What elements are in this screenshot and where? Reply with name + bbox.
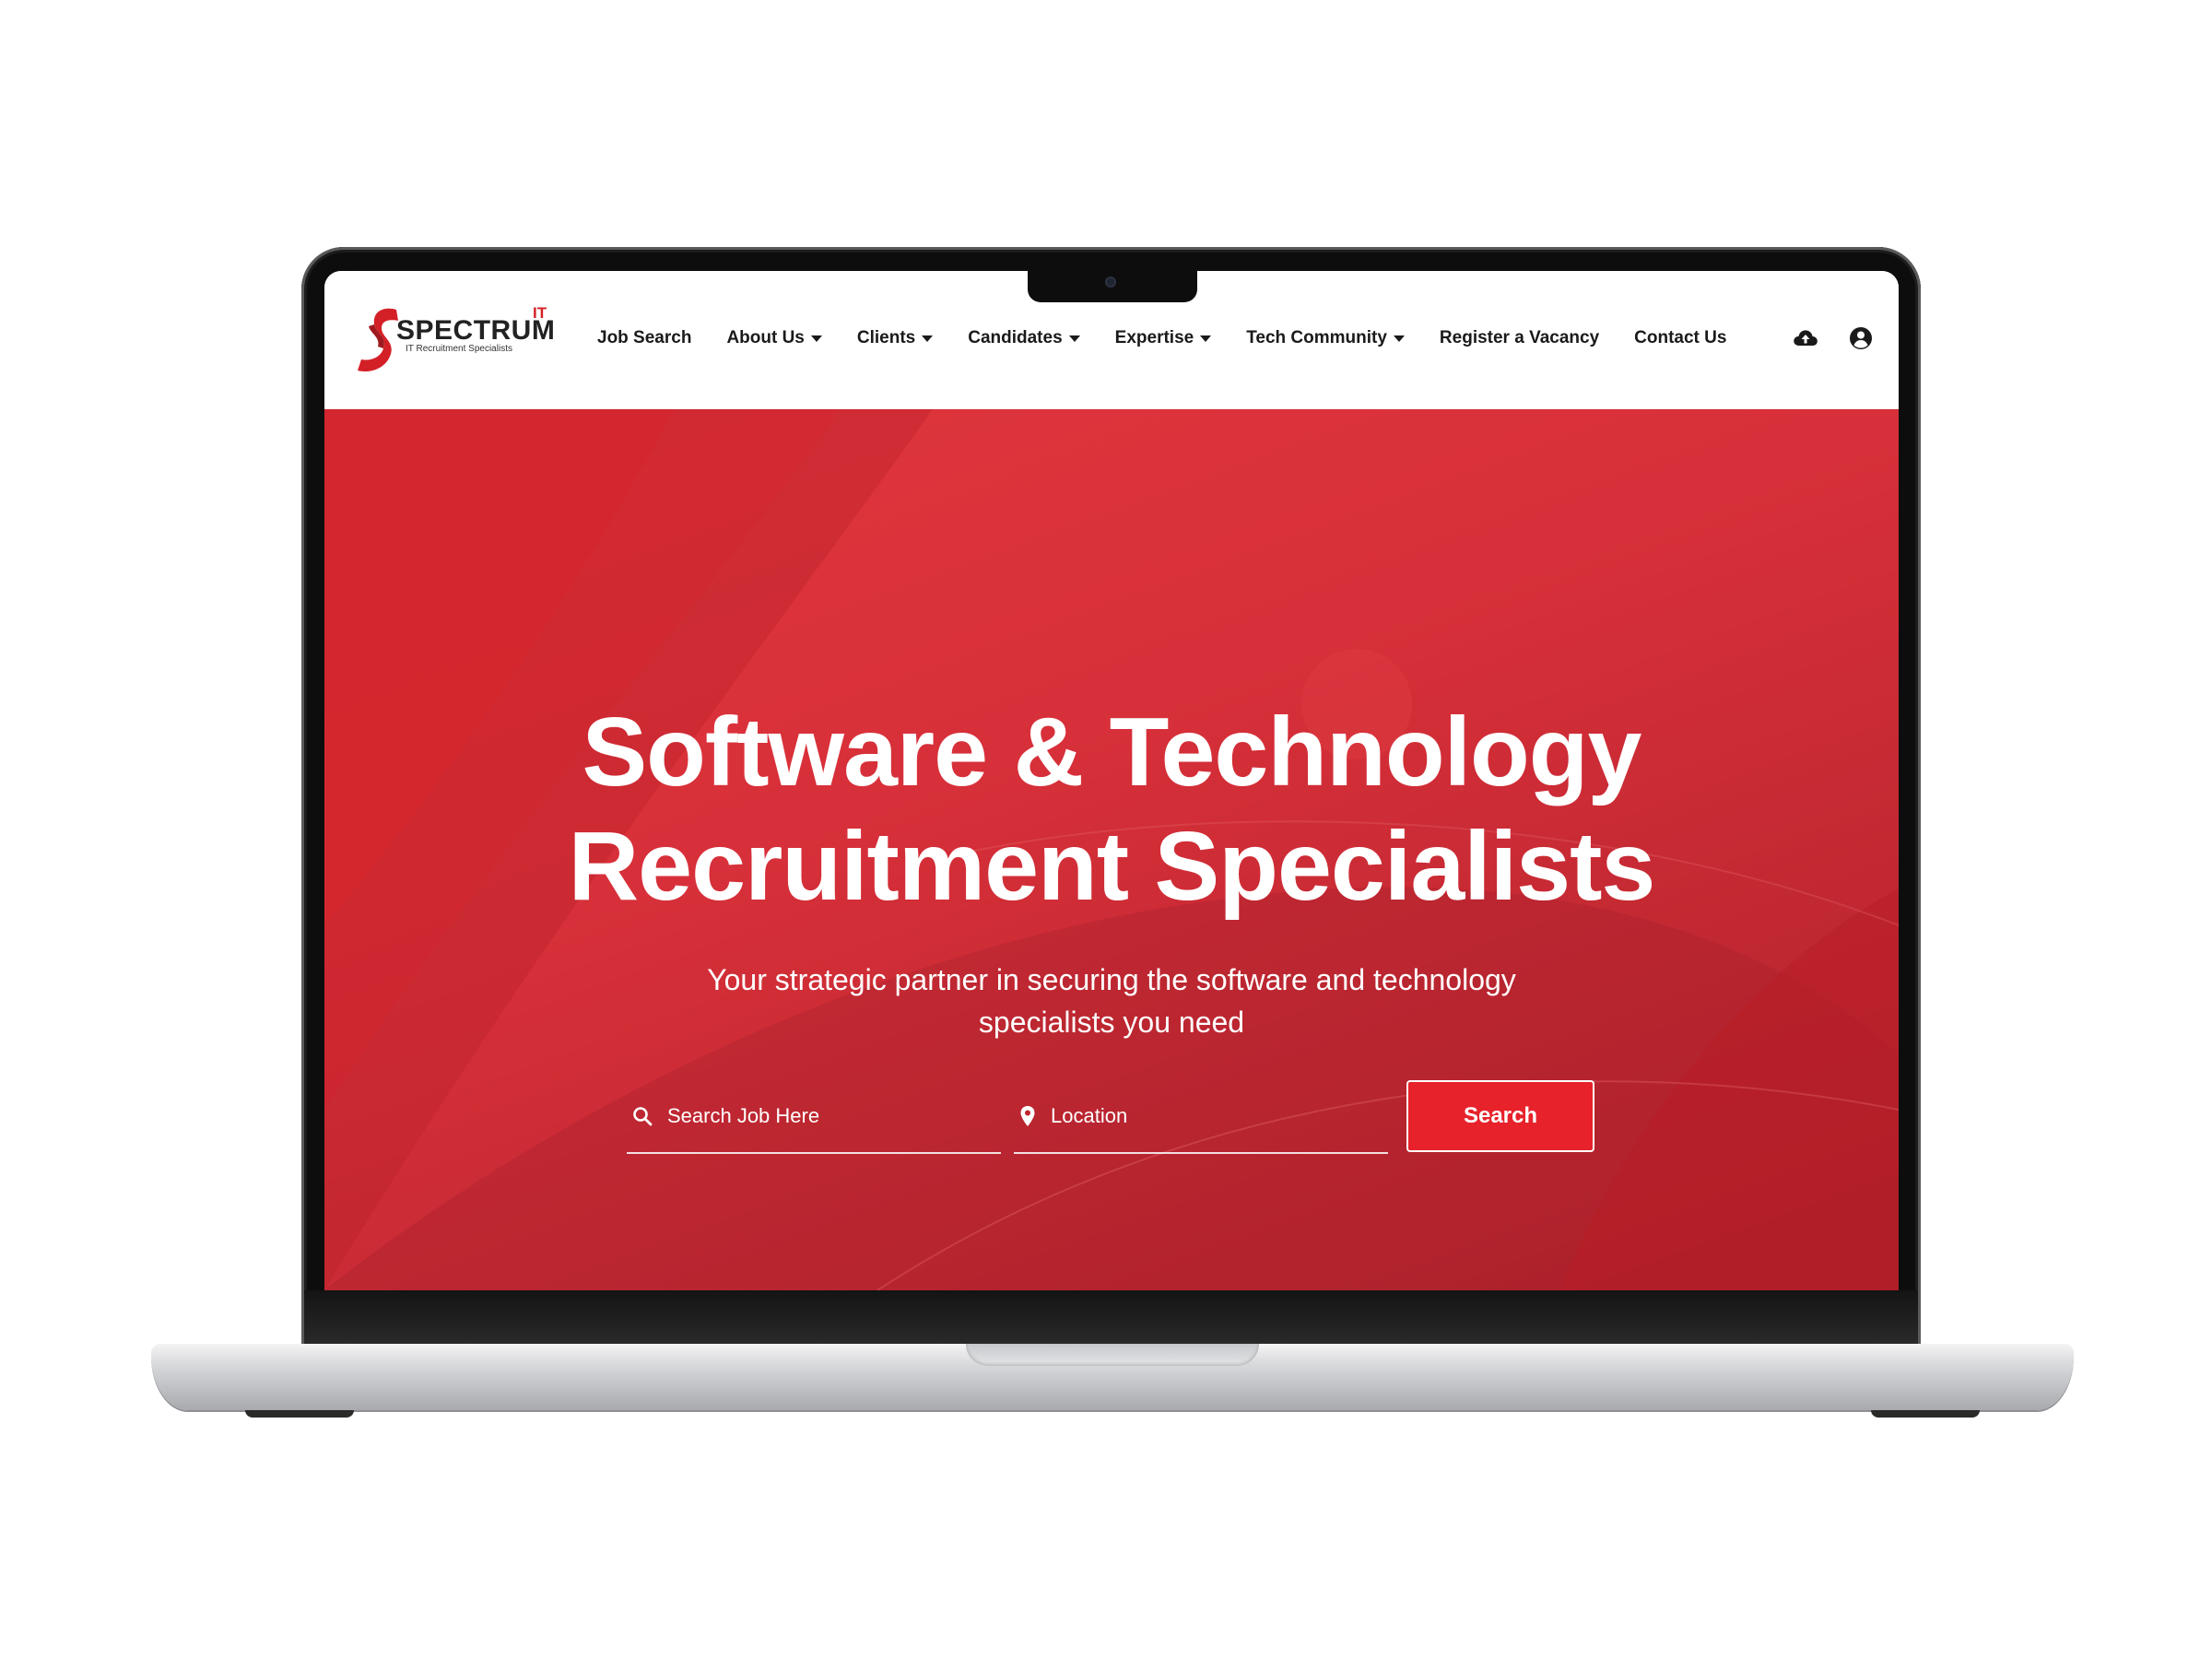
search-button[interactable]: Search	[1406, 1080, 1594, 1152]
nav-label: Job Search	[597, 328, 692, 347]
nav-about-us[interactable]: About Us	[726, 328, 822, 348]
header-actions	[1792, 324, 1875, 352]
laptop-chin	[304, 1290, 1918, 1346]
caret-down-icon	[810, 335, 822, 342]
laptop-screen: SPECTRUM IT IT Recruitment Specialists J…	[324, 271, 1899, 1290]
caret-down-icon	[1068, 335, 1080, 342]
caret-down-icon	[1200, 335, 1212, 342]
nav-label: Tech Community	[1246, 328, 1387, 347]
hero-title-line-2: Recruitment Specialists	[568, 812, 1656, 921]
nav-contact-us[interactable]: Contact Us	[1634, 328, 1726, 348]
brand-superscript: IT	[533, 304, 547, 322]
hero-title-line-1: Software & Technology	[582, 698, 1641, 806]
camera-icon	[1105, 276, 1116, 288]
nav-label: About Us	[726, 328, 805, 347]
laptop-foot-right	[1871, 1410, 1980, 1418]
nav-label: Candidates	[968, 328, 1063, 347]
nav-label: Contact Us	[1634, 328, 1727, 347]
nav-label: Clients	[856, 328, 916, 347]
nav-job-search[interactable]: Job Search	[597, 328, 691, 348]
search-icon	[633, 1107, 653, 1126]
location-field[interactable]	[1014, 1080, 1388, 1154]
camera-notch	[1028, 269, 1197, 302]
laptop-thumb-notch	[966, 1344, 1259, 1366]
nav-register-vacancy[interactable]: Register a Vacancy	[1440, 328, 1599, 348]
laptop-foot-left	[245, 1410, 354, 1418]
job-search-field[interactable]	[627, 1080, 1001, 1154]
cloud-upload-icon[interactable]	[1792, 324, 1819, 352]
hero-subtitle: Your strategic partner in securing the s…	[707, 963, 1516, 1039]
account-icon[interactable]	[1847, 324, 1875, 352]
nav-tech-community[interactable]: Tech Community	[1246, 328, 1405, 348]
main-nav: Job Search About Us Clients Candidates E…	[597, 328, 1761, 348]
brand-logo[interactable]: SPECTRUM IT IT Recruitment Specialists	[356, 302, 555, 376]
caret-down-icon	[1393, 335, 1405, 342]
hero-section: Software & Technology Recruitment Specia…	[324, 409, 1899, 1290]
job-search-input[interactable]	[667, 1104, 962, 1128]
hero-title: Software & Technology Recruitment Specia…	[324, 695, 1899, 924]
nav-label: Expertise	[1114, 328, 1194, 347]
job-search-form: Search	[627, 1080, 1596, 1154]
nav-label: Register a Vacancy	[1439, 328, 1600, 347]
nav-clients[interactable]: Clients	[856, 328, 934, 348]
location-input[interactable]	[1051, 1104, 1346, 1128]
brand-tagline: IT Recruitment Specialists	[406, 344, 512, 354]
caret-down-icon	[922, 335, 934, 342]
brand-name: SPECTRUM	[396, 315, 556, 346]
nav-candidates[interactable]: Candidates	[968, 328, 1080, 348]
nav-expertise[interactable]: Expertise	[1115, 328, 1212, 348]
map-pin-icon	[1020, 1106, 1035, 1126]
